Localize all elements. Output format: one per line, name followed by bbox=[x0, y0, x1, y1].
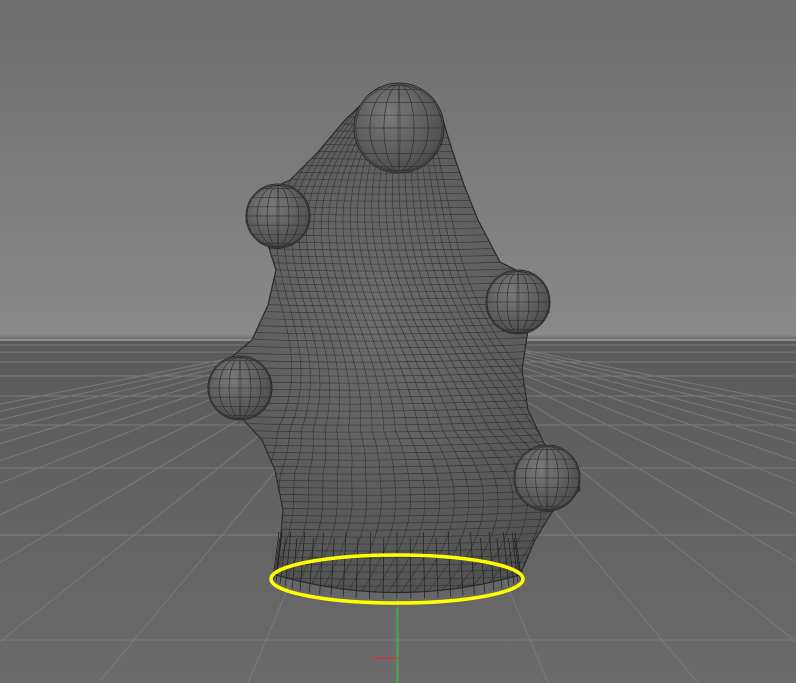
world-axes bbox=[372, 608, 398, 683]
viewport-canvas[interactable] bbox=[0, 0, 796, 683]
3d-viewport[interactable] bbox=[0, 0, 796, 683]
wireframe-object[interactable] bbox=[150, 82, 650, 600]
